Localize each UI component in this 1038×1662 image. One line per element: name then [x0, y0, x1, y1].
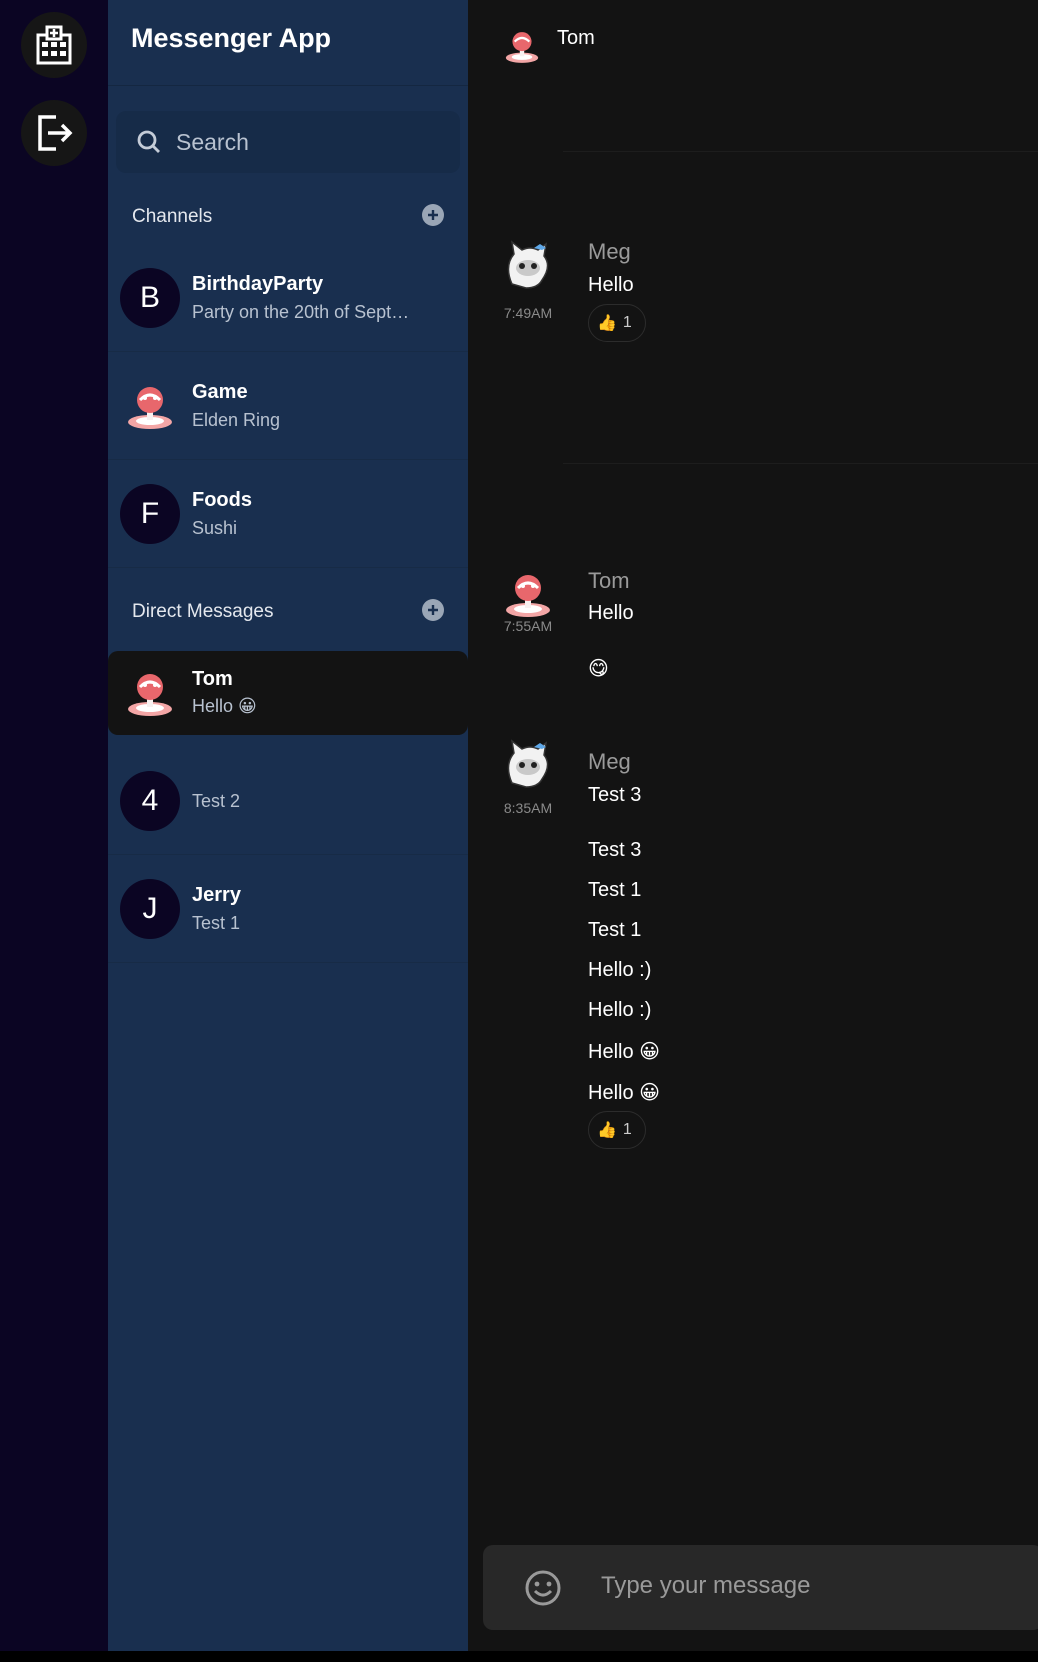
chat-header-name: Tom — [557, 27, 595, 49]
app-rail — [0, 0, 108, 1651]
cat-avatar-icon — [507, 739, 549, 788]
dm-item-4[interactable]: 4 Test 2 — [108, 747, 468, 855]
hospital-building-icon — [36, 25, 72, 65]
reaction-count: 1 — [622, 314, 632, 331]
channel-avatar: F — [120, 483, 180, 544]
plus-icon — [428, 210, 438, 220]
mushroom-avatar-icon — [120, 376, 180, 436]
channel-name: BirthdayParty — [192, 273, 324, 295]
message-text: Hello — [588, 602, 634, 624]
message-text: Test 1 — [588, 879, 642, 901]
logout-icon — [38, 115, 73, 151]
dm-name: Jerry — [192, 884, 241, 906]
direct-messages-label: Direct Messages — [132, 601, 274, 622]
channel-item-birthdayparty[interactable]: B BirthdayParty Party on the 20th of Sep… — [108, 244, 468, 352]
dm-avatar: J — [120, 878, 180, 939]
plus-icon — [428, 605, 438, 615]
message-time: 7:55AM — [503, 618, 553, 634]
message-text: Test 3 — [588, 839, 642, 861]
sidebar: Messenger App Search Channels B Birthday… — [108, 0, 468, 1651]
channel-name: Foods — [192, 489, 252, 511]
channel-preview: Sushi — [192, 518, 238, 538]
message-composer: Type your message — [483, 1545, 1038, 1630]
channel-preview: Elden Ring — [192, 410, 281, 430]
message-text: Hello 😀 — [588, 1082, 660, 1104]
reaction-count: 1 — [622, 1121, 632, 1138]
smiley-icon[interactable] — [523, 1568, 563, 1608]
message-text: Hello 😀 — [588, 1041, 660, 1063]
divider — [563, 463, 1038, 464]
message-text: Hello :) — [588, 959, 652, 981]
add-direct-message-button[interactable] — [422, 599, 444, 621]
home-button[interactable] — [21, 12, 87, 78]
divider — [563, 151, 1038, 152]
chat-header: Tom — [468, 0, 1038, 88]
mushroom-avatar-icon — [505, 32, 539, 63]
channel-item-foods[interactable]: F Foods Sushi — [108, 460, 468, 568]
channels-label: Channels — [132, 206, 213, 227]
message-author: Meg — [588, 239, 631, 264]
mushroom-avatar-icon — [120, 663, 180, 723]
mushroom-avatar-icon — [506, 575, 550, 617]
channel-preview: Party on the 20th of Sept… — [192, 302, 410, 322]
search-icon — [137, 130, 160, 153]
channel-item-game[interactable]: Game Elden Ring — [108, 352, 468, 460]
thumbs-up-icon: 👍 — [597, 1122, 617, 1139]
dm-item-jerry[interactable]: J Jerry Test 1 — [108, 855, 468, 963]
message-text: Hello — [588, 274, 634, 296]
message-text: 😋 — [588, 658, 609, 680]
dm-name: Tom — [192, 668, 233, 690]
message-text: Test 3 — [588, 784, 642, 806]
divider — [108, 85, 468, 86]
reaction-chip[interactable]: 👍 1 — [588, 304, 646, 342]
bottom-edge — [0, 1651, 1038, 1662]
chat-panel: Tom 7:49AM Meg Hello 👍 1 7:55AM Tom Hell… — [468, 0, 1038, 1651]
add-channel-button[interactable] — [422, 204, 444, 226]
dm-avatar: 4 — [120, 770, 180, 831]
logout-button[interactable] — [21, 100, 87, 166]
cat-avatar-icon — [507, 240, 549, 289]
search-input[interactable]: Search — [176, 129, 249, 156]
message-author: Meg — [588, 749, 631, 774]
dm-preview: Test 2 — [192, 791, 241, 811]
message-input[interactable]: Type your message — [601, 1572, 810, 1600]
reaction-chip[interactable]: 👍 1 — [588, 1111, 646, 1149]
message-time: 7:49AM — [503, 305, 553, 321]
message-author: Tom — [588, 568, 630, 593]
channel-name: Game — [192, 381, 248, 403]
dm-item-tom[interactable]: Tom Hello 😀 — [108, 651, 468, 735]
search-box[interactable]: Search — [116, 111, 460, 173]
message-text: Hello :) — [588, 999, 652, 1021]
thumbs-up-icon: 👍 — [597, 315, 617, 332]
channel-avatar: B — [120, 267, 180, 328]
app-title: Messenger App — [131, 23, 332, 53]
message-text: Test 1 — [588, 919, 642, 941]
dm-preview: Hello 😀 — [192, 696, 257, 716]
dm-preview: Test 1 — [192, 913, 241, 933]
message-time: 8:35AM — [503, 800, 553, 816]
